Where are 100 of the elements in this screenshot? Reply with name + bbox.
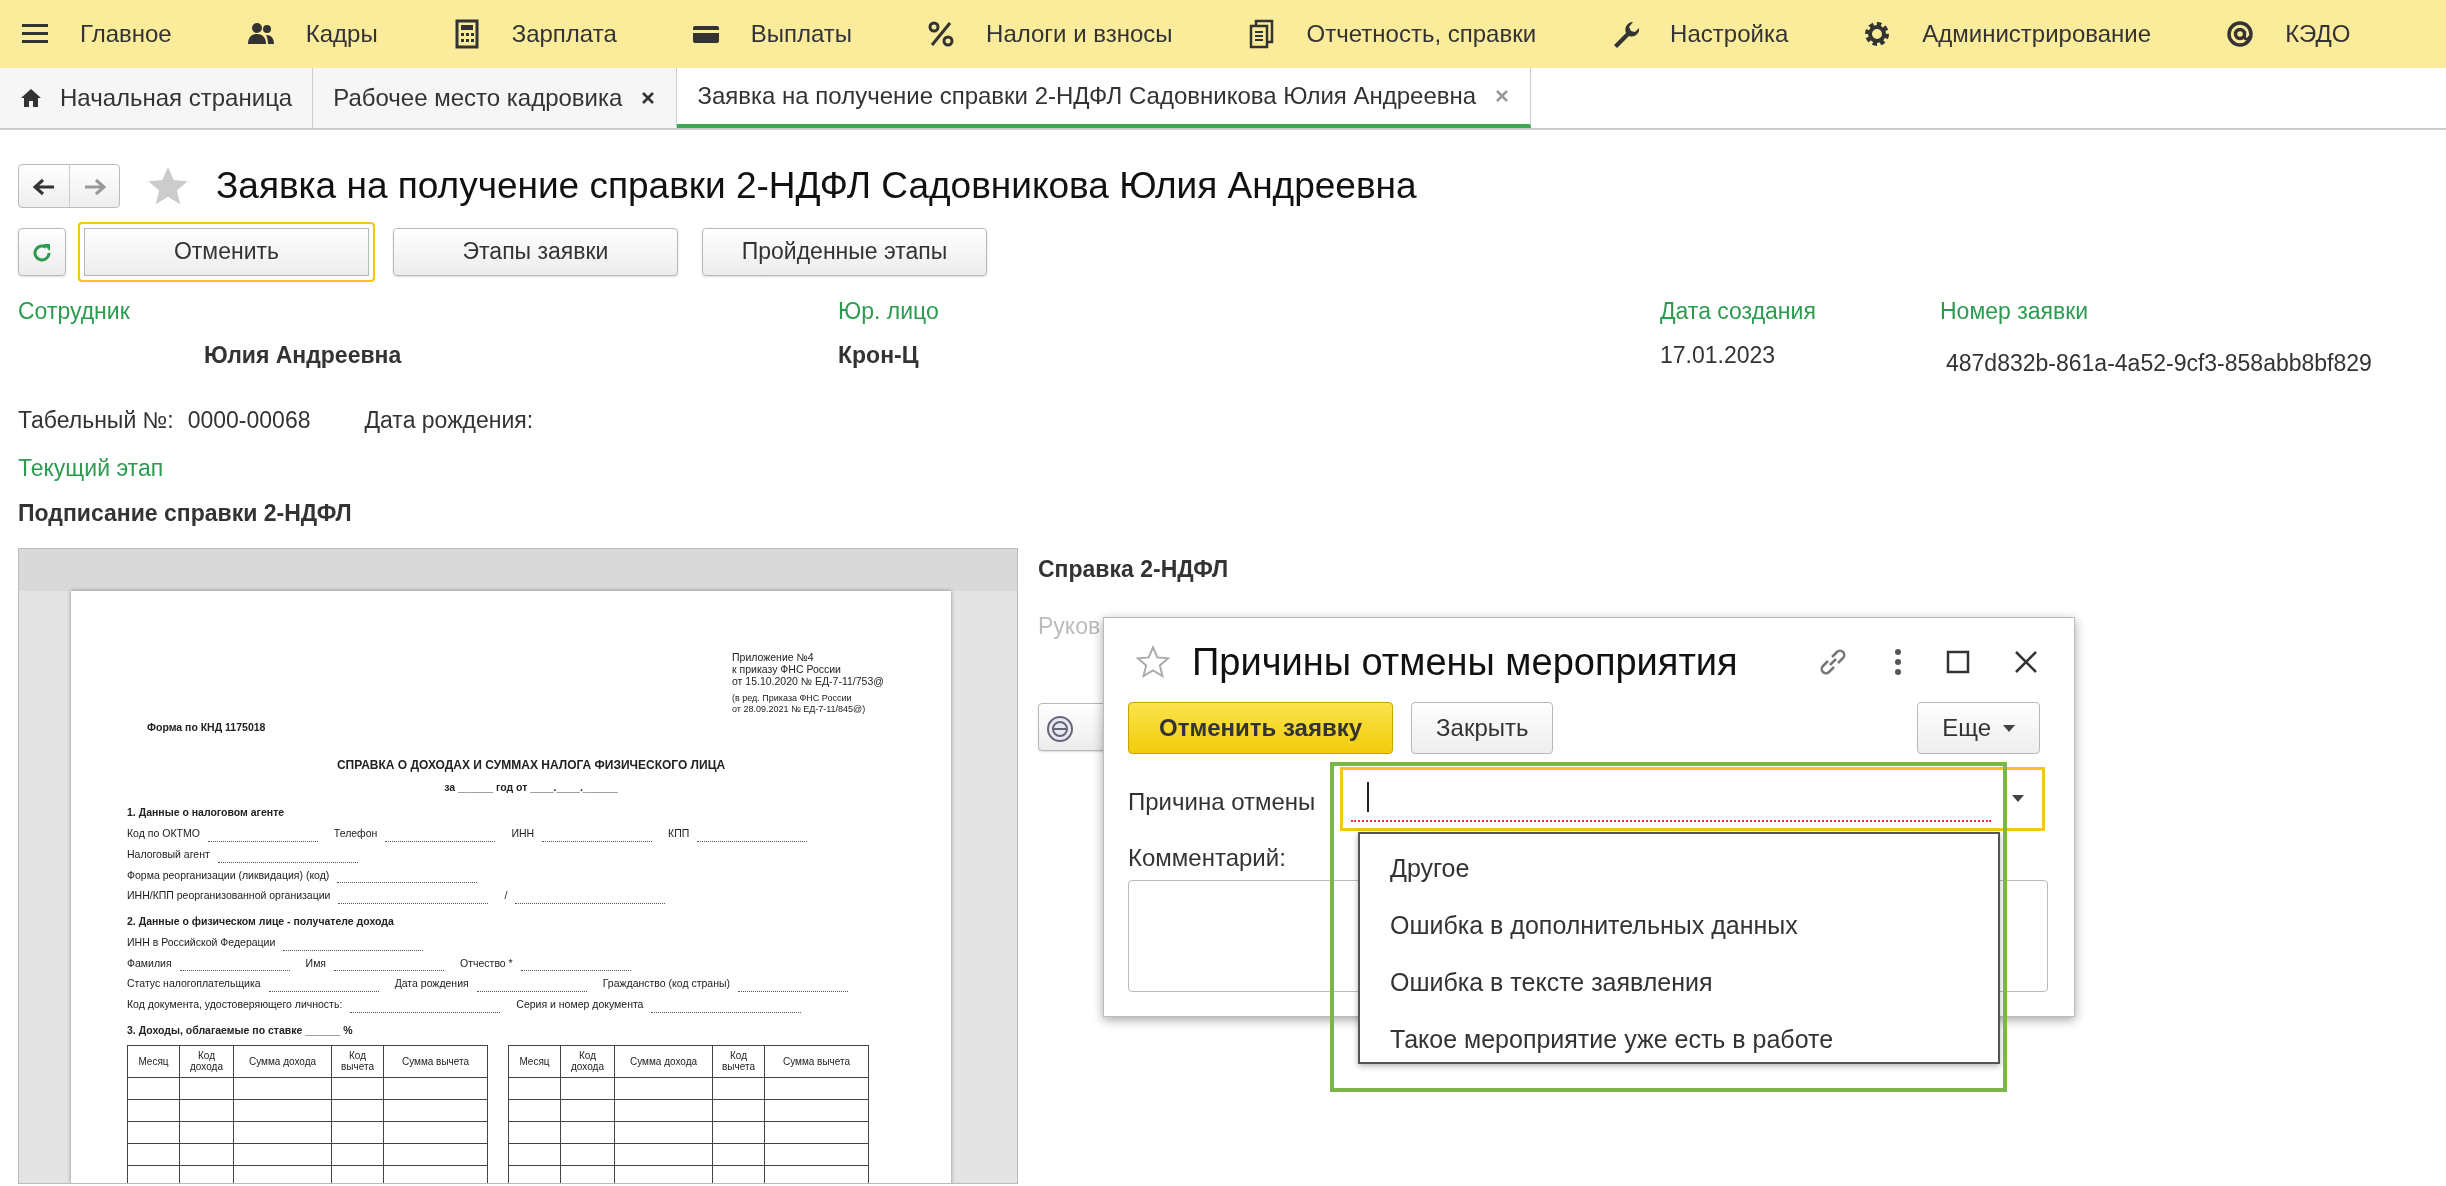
table-cell: [560, 1077, 615, 1100]
more-button[interactable]: Еще: [1917, 702, 2040, 754]
table-cell: [508, 1143, 561, 1166]
field-label: Дата рождения:: [364, 405, 534, 435]
appendix-text: Приложение №4: [732, 651, 815, 664]
column-header: Код дохода: [560, 1045, 615, 1078]
table-cell: [127, 1143, 180, 1166]
appendix-text: от 15.10.2020 № ЕД-7-11/753@: [732, 675, 885, 688]
forward-arrow-icon: [82, 177, 107, 198]
document-heading: СПРАВКА О ДОХОДАХ И СУММАХ НАЛОГА ФИЗИЧЕСКОГО ЛИЦА: [335, 756, 727, 774]
close-icon[interactable]: [640, 90, 657, 106]
tab[interactable]: Заявка на получение справки 2-НДФЛ Садовникова Юлия Андреевна: [677, 68, 1532, 128]
form-label: ИНН/КПП реорганизованной организации: [127, 888, 331, 904]
more-icon[interactable]: [1894, 648, 1902, 676]
field-label: Табельный №:: [18, 405, 174, 435]
form-label: Отчество *: [460, 955, 513, 971]
table-cell: [127, 1165, 180, 1183]
field-label: Текущий этап: [18, 454, 165, 483]
at-sign-icon: [2225, 19, 2256, 49]
table-cell: [560, 1099, 615, 1122]
column-header: Код дохода: [179, 1045, 234, 1078]
form-label: Имя: [305, 955, 327, 971]
tab[interactable]: Начальная страница: [0, 68, 314, 128]
table-cell: [331, 1099, 384, 1122]
form-code: Форма по КНД 1175018: [147, 719, 267, 735]
back-arrow-icon: [32, 177, 56, 198]
dropdown-option[interactable]: Такое мероприятие уже есть в работе: [1360, 1011, 1998, 1068]
field-label: Комментарий:: [1128, 843, 1286, 873]
column-header: Сумма дохода: [233, 1045, 332, 1078]
menu-item[interactable]: Администрирование: [1856, 16, 2158, 52]
field-value: 0000-00068: [187, 405, 311, 435]
menu-item[interactable]: Налоги и взносы: [920, 16, 1179, 52]
section-heading: 2. Данные о физическом лице - получателе дохода: [127, 914, 395, 930]
tab-label: Начальная страница: [60, 83, 293, 113]
amendment-text: от 28.09.2021 № ЕД-7-11/845@): [732, 703, 867, 714]
table-cell: [331, 1143, 384, 1166]
form-label: КПП: [668, 826, 690, 842]
column-header: Код вычета: [712, 1045, 765, 1078]
table-cell: [331, 1121, 384, 1144]
dropdown-option[interactable]: Ошибка в тексте заявления: [1360, 954, 1998, 1011]
menu-item[interactable]: Зарплата: [445, 16, 623, 52]
field-label: Сотрудник: [18, 296, 131, 326]
form-title: Заявка на получение справки 2-НДФЛ Садовникова Юлия Андреевна: [216, 164, 1417, 208]
section-title: Справка 2-НДФЛ: [1038, 555, 1229, 584]
form-label: ИНН в Российской Федерации: [127, 934, 276, 950]
dialog-title: Причины отмены мероприятия: [1192, 639, 1739, 685]
menu-item[interactable]: Выплаты: [684, 16, 859, 52]
toolbar-button[interactable]: Этапы заявки: [393, 227, 678, 276]
dropdown-option[interactable]: Другое: [1360, 840, 1998, 897]
period-line: за ______ год от ____.____.______: [443, 779, 619, 795]
dropdown-option[interactable]: Ошибка в дополнительных данных: [1360, 897, 1998, 954]
column-header: Сумма дохода: [614, 1045, 713, 1078]
toolbar-button[interactable]: Отменить: [78, 221, 375, 282]
table-cell: [560, 1121, 615, 1144]
tab-label: Заявка на получение справки 2-НДФЛ Садовникова Юлия Андреевна: [697, 81, 1477, 111]
dropdown-caret-icon[interactable]: [2012, 795, 2024, 802]
menu-item[interactable]: КЭДО: [2219, 16, 2357, 52]
refresh-button[interactable]: [18, 227, 66, 276]
field-value: 17.01.2023: [1660, 341, 1777, 370]
table-cell: [179, 1143, 234, 1166]
menu-item[interactable]: Кадры: [239, 16, 384, 52]
menu-item[interactable]: Настройка: [1604, 16, 1795, 52]
menu-item[interactable]: Главное: [14, 16, 178, 52]
field-value: Подписание справки 2-НДФЛ: [18, 498, 353, 528]
column-header: Месяц: [508, 1045, 561, 1078]
tab[interactable]: Рабочее место кадровика: [313, 68, 678, 128]
form-label: Серия и номер документа: [516, 997, 644, 1013]
table-cell: [712, 1099, 765, 1122]
close-icon[interactable]: [2014, 650, 2038, 674]
table-cell: [712, 1077, 765, 1100]
field-value: Крон-Ц: [838, 341, 920, 370]
dialog-button[interactable]: Закрыть: [1411, 702, 1554, 754]
dialog-button[interactable]: Отменить заявку: [1128, 702, 1394, 754]
column-header: Сумма вычета: [383, 1045, 488, 1078]
field-value: Юлия Андреевна: [203, 341, 403, 370]
table-cell: [127, 1099, 180, 1122]
star-icon[interactable]: [1136, 645, 1170, 679]
appendix-text: к приказу ФНС России: [732, 663, 842, 676]
field-label: Причина отмены: [1128, 787, 1316, 817]
form-label: Дата рождения: [394, 976, 469, 992]
menu-item[interactable]: Отчетность, справки: [1240, 16, 1543, 52]
column-header: Месяц: [127, 1045, 180, 1078]
form-label: Код по ОКТМО: [127, 826, 200, 842]
form-label: Телефон: [333, 826, 378, 842]
section-heading: 3. Доходы, облагаемые по ставке ______ %: [127, 1022, 354, 1038]
table-cell: [179, 1099, 234, 1122]
form-label: Фамилия: [127, 955, 172, 971]
maximize-icon[interactable]: [1946, 650, 1970, 674]
home-icon: [20, 87, 42, 109]
caret-icon: [2003, 724, 2015, 732]
table-cell: [560, 1143, 615, 1166]
field-value: 487d832b-861a-4a52-9cf3-858abb8bf829: [1945, 349, 2373, 378]
field-label: Дата создания: [1660, 296, 1817, 326]
table-cell: [508, 1099, 561, 1122]
form-label: Форма реорганизации (ликвидация) (код): [127, 867, 330, 883]
toolbar-button[interactable]: Пройденные этапы: [702, 227, 987, 276]
table-cell: [179, 1121, 234, 1144]
table-cell: [331, 1077, 384, 1100]
column-header: Код вычета: [331, 1045, 384, 1078]
table-cell: [712, 1143, 765, 1166]
